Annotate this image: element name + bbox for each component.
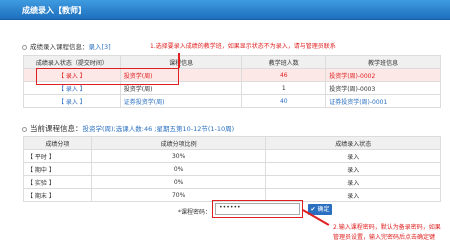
row-count: 1 (241, 81, 327, 95)
table-row: 【 期中 】 0% 录入 (23, 162, 441, 176)
section-bullet-icon (22, 127, 27, 132)
row-count: 40 (241, 94, 327, 108)
row-count: 46 (241, 68, 327, 82)
row-item: 【 期中 】 (23, 162, 92, 176)
row-state: 录入 (265, 175, 441, 189)
password-hint-line2: 管理员设置，输入完密码后点击确定键 (333, 234, 436, 241)
col-item: 成绩分项 (23, 136, 92, 150)
current-course-info: 投资学(周);选课人数:46 ;星期五第10-12节(1-10周) (82, 125, 235, 133)
table-row: 【 实验 】 0% 录入 (23, 175, 441, 189)
row-class-info: 投资学(周)-0002 (325, 68, 441, 82)
grade-table-header: 成绩分项 成绩分项比例 成绩录入状态 (23, 136, 441, 150)
col-class-info: 教学班信息 (325, 55, 441, 69)
col-course: 课程信息 (119, 55, 243, 69)
course-section-heading: 成绩录入课程信息：录入[3] (22, 41, 111, 51)
row-state: 录入 (265, 162, 441, 176)
row-item: 【 实验 】 (23, 175, 92, 189)
col-count: 教学班人数 (241, 55, 327, 69)
row-item: 【 期末 】 (23, 188, 92, 202)
row-item: 【 平时 】 (23, 149, 92, 163)
grade-items-table: 成绩分项 成绩分项比例 成绩录入状态 【 平时 】 30% 录入 【 期中 】 … (23, 136, 441, 202)
password-hint-line1: 2.输入课程密码，默认为备录密码，如果 (333, 224, 441, 231)
course-password-label: *课程密码： (178, 209, 212, 216)
entry-count-link[interactable]: 录入[3] (89, 43, 111, 51)
table-row[interactable]: 【 录入 】 证券投资学(周) 40 证券投资学(周)-0001 (23, 94, 441, 108)
col-ratio: 成绩分项比例 (90, 136, 267, 150)
current-course-heading: 当前课程信息：投资学(周);选课人数:46 ;星期五第10-12节(1-10周) (22, 123, 234, 134)
row-class-info: 证券投资学(周)-0001 (325, 94, 441, 108)
window-title: 成绩录入【教师】 (22, 6, 86, 15)
col-status: 成绩录入状态（提交时间） (23, 55, 121, 69)
course-table-header: 成绩录入状态（提交时间） 课程信息 教学班人数 教学班信息 (23, 55, 441, 69)
row-ratio: 0% (90, 175, 267, 189)
password-highlight (212, 200, 303, 218)
window-titlebar: 成绩录入【教师】 (0, 0, 450, 20)
row-course: 证券投资学(周) (119, 94, 243, 108)
row-status[interactable]: 【 录入 】 (23, 94, 121, 108)
row-state: 录入 (265, 149, 441, 163)
row-ratio: 30% (90, 149, 267, 163)
col-state: 成绩录入状态 (265, 136, 441, 150)
row-ratio: 0% (90, 162, 267, 176)
selected-row-highlight (36, 68, 179, 85)
select-class-hint: 1.选择要录入成绩的教学班，如果显示状态不为录入，请与管理员联系 (150, 43, 336, 50)
hint-arrow-line (178, 53, 180, 68)
section-bullet-icon (22, 45, 27, 50)
row-class-info: 投资学(周)-0003 (325, 81, 441, 95)
table-row: 【 平时 】 30% 录入 (23, 149, 441, 163)
